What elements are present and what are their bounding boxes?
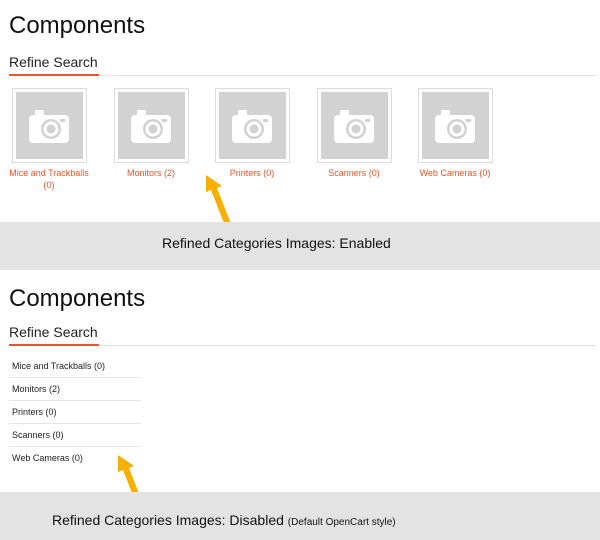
- category-thumbnail[interactable]: [11, 88, 87, 163]
- refine-search-label: Refine Search: [9, 324, 99, 346]
- category-link-mice[interactable]: Mice and Trackballs (0): [0, 167, 99, 191]
- camera-placeholder-icon: [29, 109, 69, 143]
- list-item-monitors[interactable]: Monitors (2): [9, 378, 141, 401]
- camera-placeholder-icon: [334, 109, 374, 143]
- caption-text-enabled: Refined Categories Images: Enabled: [162, 235, 391, 251]
- caption-text-disabled: Refined Categories Images: Disabled (Def…: [52, 512, 396, 528]
- caption-note: (Default OpenCart style): [287, 517, 396, 528]
- category-item-mice[interactable]: Mice and Trackballs (0): [0, 88, 99, 191]
- category-thumbnail[interactable]: [417, 88, 493, 163]
- caption-banner-enabled: Refined Categories Images: Enabled: [0, 222, 600, 270]
- page-title: Components: [9, 12, 146, 39]
- category-thumbnail[interactable]: [113, 88, 189, 163]
- list-item-printers[interactable]: Printers (0): [9, 401, 141, 424]
- category-item-scanners[interactable]: Scanners (0): [304, 88, 404, 179]
- category-item-web-cameras[interactable]: Web Cameras (0): [405, 88, 505, 179]
- category-link-scanners[interactable]: Scanners (0): [304, 167, 404, 179]
- refine-search-label: Refine Search: [9, 54, 99, 76]
- camera-placeholder-icon: [131, 109, 171, 143]
- caption-banner-disabled: Refined Categories Images: Disabled (Def…: [0, 492, 600, 540]
- category-item-monitors[interactable]: Monitors (2): [101, 88, 201, 179]
- category-image-grid: Mice and Trackballs (0) Monitors (2) Prin…: [0, 88, 600, 198]
- page-title: Components: [9, 285, 146, 312]
- refine-search-heading: Refine Search: [9, 324, 596, 346]
- category-item-printers[interactable]: Printers (0): [202, 88, 302, 179]
- list-item-scanners[interactable]: Scanners (0): [9, 424, 141, 447]
- category-link-web-cameras[interactable]: Web Cameras (0): [405, 167, 505, 179]
- camera-placeholder-icon: [232, 109, 272, 143]
- list-item-mice[interactable]: Mice and Trackballs (0): [9, 355, 141, 378]
- camera-placeholder-icon: [435, 109, 475, 143]
- refine-search-heading: Refine Search: [9, 54, 596, 76]
- category-thumbnail[interactable]: [214, 88, 290, 163]
- category-thumbnail[interactable]: [316, 88, 392, 163]
- category-link-monitors[interactable]: Monitors (2): [101, 167, 201, 179]
